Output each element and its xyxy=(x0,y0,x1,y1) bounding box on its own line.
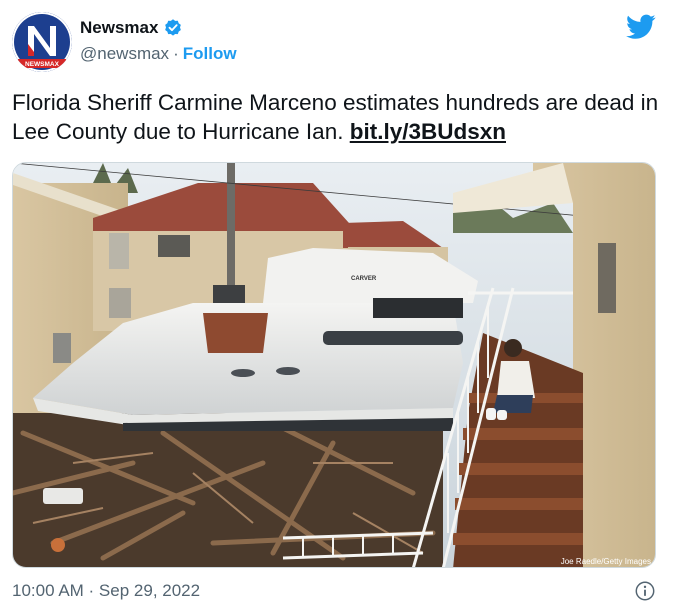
twitter-bird-icon[interactable] xyxy=(626,14,656,40)
separator-dot: · xyxy=(173,44,179,63)
verified-badge-icon xyxy=(165,19,182,36)
account-name-row: Newsmax xyxy=(80,18,183,38)
timestamp[interactable]: 10:00 AM · Sep 29, 2022 xyxy=(12,581,200,601)
follow-button[interactable]: Follow xyxy=(183,44,237,64)
handle[interactable]: @newsmax xyxy=(80,44,169,64)
display-name[interactable]: Newsmax xyxy=(80,18,158,38)
tweet-card: NEWSMAX Newsmax @newsmax · Follow Florid… xyxy=(0,0,674,614)
avatar[interactable]: NEWSMAX xyxy=(12,12,72,72)
photo-credit: Joe Raedle/Getty Images xyxy=(561,557,651,566)
handle-row: @newsmax · Follow xyxy=(80,44,237,64)
info-icon[interactable] xyxy=(634,580,656,602)
tweet-body: Florida Sheriff Carmine Marceno estimate… xyxy=(12,90,659,144)
tweet-text: Florida Sheriff Carmine Marceno estimate… xyxy=(12,88,664,146)
tweet-link[interactable]: bit.ly/3BUdsxn xyxy=(350,119,506,144)
boat-name: CARVER xyxy=(351,276,377,282)
avatar-logo-text: NEWSMAX xyxy=(25,61,60,68)
tweet-footer: 10:00 AM · Sep 29, 2022 xyxy=(12,580,656,602)
tweet-photo[interactable]: CARVER Joe Raedle/Getty Images xyxy=(12,162,656,568)
